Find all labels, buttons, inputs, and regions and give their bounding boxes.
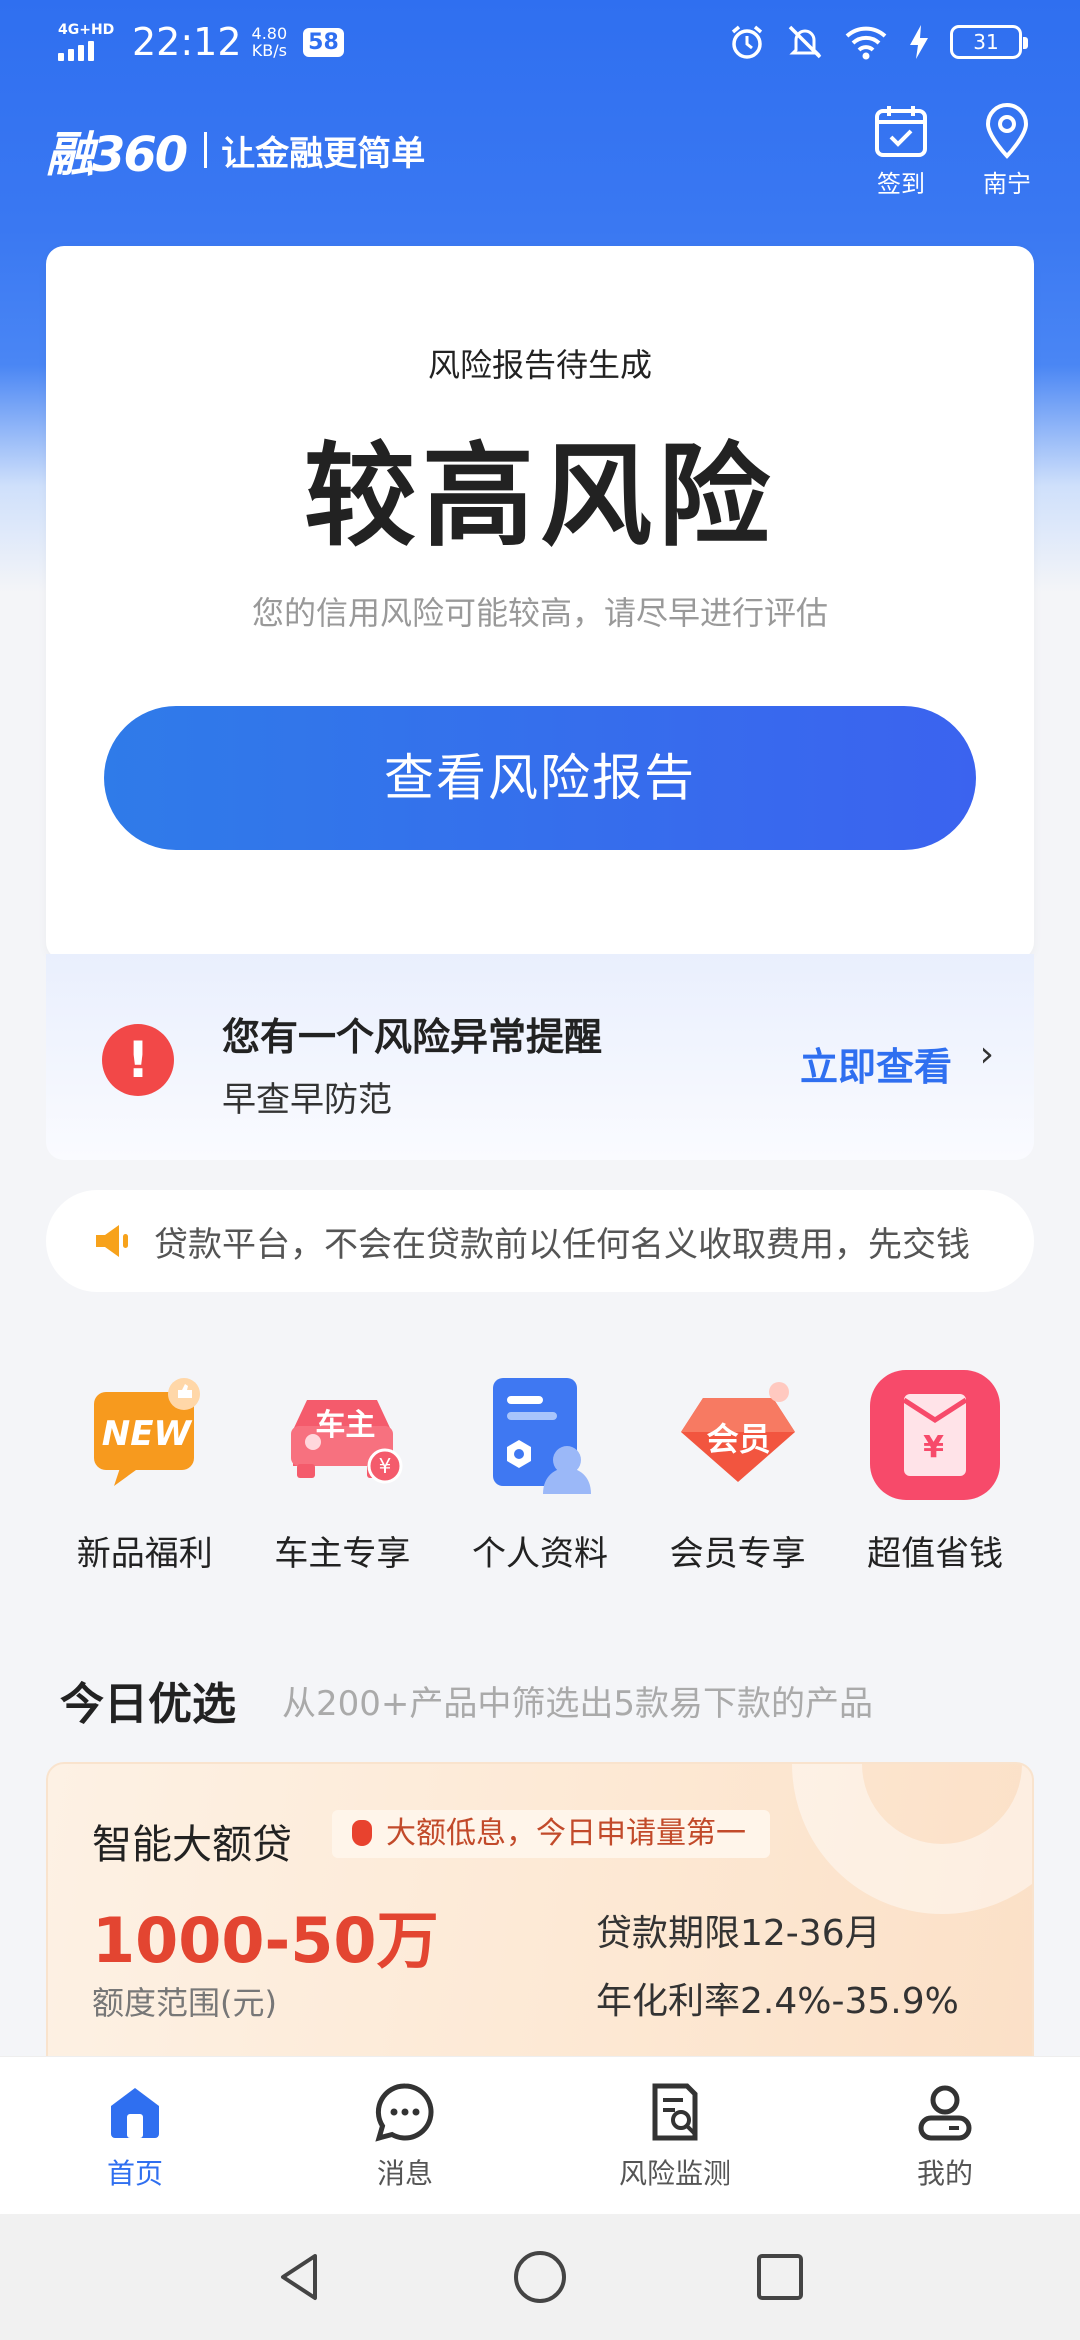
risk-report-status: 风险报告待生成 bbox=[427, 346, 652, 384]
battery-indicator: 31 bbox=[950, 25, 1028, 59]
product-name: 智能大额贷 bbox=[92, 1822, 292, 1868]
app-slogan: 让金融更简单 bbox=[221, 133, 426, 174]
header-divider bbox=[204, 132, 208, 168]
red-envelope-icon: ¥ bbox=[870, 1370, 1001, 1500]
message-icon bbox=[375, 2082, 434, 2142]
risk-card: 风险报告待生成 较高风险 您的信用风险可能较高，请尽早进行评估 查看风险报告 bbox=[46, 246, 1034, 960]
decorative-ring bbox=[792, 1764, 1032, 1914]
quick-action-label: 车主专享 bbox=[274, 1534, 411, 1574]
back-icon[interactable] bbox=[271, 2248, 329, 2306]
calendar-check-icon bbox=[875, 105, 927, 157]
nav-label: 风险监测 bbox=[618, 2156, 731, 2190]
network-indicator: 4G+HD bbox=[58, 23, 116, 61]
nav-risk-monitor[interactable]: 风险监测 bbox=[540, 2057, 810, 2214]
bottom-nav: 首页 消息 风险监测 我的 bbox=[0, 2056, 1080, 2214]
member-icon-text: 会员 bbox=[706, 1420, 771, 1458]
network-label: 4G+HD bbox=[58, 22, 115, 38]
mute-icon bbox=[788, 25, 822, 59]
profile-doc-icon bbox=[475, 1370, 605, 1500]
new-icon-text: NEW bbox=[101, 1414, 191, 1454]
alert-icon: ! bbox=[102, 1024, 174, 1096]
checkin-label: 签到 bbox=[877, 169, 925, 198]
net-speed-value: 4.80 bbox=[251, 24, 288, 43]
quick-actions: NEW 新品福利 ¥ 车主 车主专享 个人资料 会员 会员专享 ¥ 超值省钱 bbox=[46, 1370, 1034, 1580]
quick-action-label: 超值省钱 bbox=[867, 1534, 1004, 1574]
alarm-icon bbox=[731, 25, 763, 59]
quick-action-save-money[interactable]: ¥ 超值省钱 bbox=[836, 1370, 1034, 1580]
recents-icon[interactable] bbox=[751, 2248, 809, 2306]
car-icon-text: 车主 bbox=[315, 1408, 376, 1443]
risk-alert-banner[interactable]: ! 您有一个风险异常提醒 早查早防范 立即查看 › bbox=[46, 954, 1034, 1160]
net-speed-unit: KB/s bbox=[251, 41, 287, 60]
member-icon: 会员 bbox=[673, 1370, 803, 1500]
quick-action-label: 个人资料 bbox=[471, 1534, 608, 1574]
status-icons: 31 bbox=[728, 23, 1028, 61]
alert-title: 您有一个风险异常提醒 bbox=[222, 1015, 603, 1059]
quick-action-car-owner[interactable]: ¥ 车主 车主专享 bbox=[244, 1370, 442, 1580]
net-speed: 4.80 KB/s bbox=[252, 25, 288, 59]
product-tag: 大额低息，今日申请量第一 bbox=[332, 1810, 770, 1858]
nav-label: 我的 bbox=[916, 2156, 973, 2190]
alert-subtitle: 早查早防范 bbox=[222, 1080, 392, 1120]
view-now-link[interactable]: 立即查看 bbox=[800, 1036, 952, 1091]
system-nav-bar bbox=[0, 2214, 1080, 2340]
battery-level: 31 bbox=[973, 30, 999, 54]
chevron-right-icon: › bbox=[979, 1034, 994, 1075]
app-header: 融360 让金融更简单 签到 南宁 bbox=[46, 100, 1036, 200]
home-icon bbox=[111, 2087, 159, 2138]
charging-icon bbox=[910, 25, 928, 59]
quick-action-new-benefits[interactable]: NEW 新品福利 bbox=[46, 1370, 244, 1580]
risk-description: 您的信用风险可能较高，请尽早进行评估 bbox=[251, 594, 828, 632]
nav-label: 首页 bbox=[106, 2156, 163, 2190]
status-bar: 4G+HD 22:12 4.80 KB/s 58 31 bbox=[0, 0, 1080, 84]
product-amount: 1000-50万 bbox=[92, 1904, 439, 1977]
notice-bar[interactable]: 贷款平台，不会在贷款前以任何名义收取费用，先交钱 bbox=[46, 1190, 1034, 1292]
quick-action-personal-info[interactable]: 个人资料 bbox=[441, 1370, 639, 1580]
location-button[interactable]: 南宁 bbox=[978, 102, 1036, 199]
red-envelope-icon-text: ¥ bbox=[923, 1430, 945, 1465]
quick-action-member[interactable]: 会员 会员专享 bbox=[639, 1370, 837, 1580]
profile-icon bbox=[918, 2085, 972, 2140]
nav-profile[interactable]: 我的 bbox=[810, 2057, 1080, 2214]
product-rate: 年化利率2.4%-35.9% bbox=[596, 1981, 959, 2022]
profile-doc-graphic bbox=[492, 1378, 591, 1494]
product-amount-label: 额度范围(元) bbox=[92, 1984, 277, 2022]
speaker-icon bbox=[96, 1225, 128, 1257]
nav-messages[interactable]: 消息 bbox=[270, 2057, 540, 2214]
risk-level-title: 较高风险 bbox=[304, 432, 776, 562]
signal-icon bbox=[58, 41, 116, 61]
car-icon: ¥ 车主 bbox=[277, 1370, 407, 1500]
product-card[interactable]: 智能大额贷 大额低息，今日申请量第一 1000-50万 额度范围(元) 贷款期限… bbox=[46, 1762, 1034, 2062]
app-logo: 融360 bbox=[46, 127, 188, 183]
quick-action-label: 会员专享 bbox=[669, 1534, 806, 1574]
header-actions: 签到 南宁 bbox=[872, 102, 1036, 199]
notice-text: 贷款平台，不会在贷款前以任何名义收取费用，先交钱 bbox=[154, 1224, 970, 1265]
new-icon: NEW bbox=[80, 1370, 210, 1500]
home-circle-icon[interactable] bbox=[511, 2248, 569, 2306]
clock: 22:12 bbox=[132, 20, 242, 64]
quick-action-label: 新品福利 bbox=[76, 1534, 213, 1574]
nav-label: 消息 bbox=[376, 2156, 433, 2190]
nav-home[interactable]: 首页 bbox=[0, 2057, 270, 2214]
notification-badge: 58 bbox=[303, 27, 344, 57]
location-pin-icon bbox=[985, 102, 1029, 159]
checkin-button[interactable]: 签到 bbox=[872, 102, 930, 199]
product-term: 贷款期限12-36月 bbox=[596, 1913, 881, 1954]
view-risk-report-button[interactable]: 查看风险报告 bbox=[104, 706, 976, 850]
section-subtitle: 从200+产品中筛选出5款易下款的产品 bbox=[282, 1684, 874, 1724]
wifi-icon bbox=[845, 26, 887, 60]
risk-monitor-icon bbox=[652, 2083, 698, 2140]
section-title: 今日优选 bbox=[60, 1679, 236, 1730]
svg-text:¥: ¥ bbox=[379, 1454, 392, 1478]
location-label: 南宁 bbox=[983, 169, 1031, 198]
